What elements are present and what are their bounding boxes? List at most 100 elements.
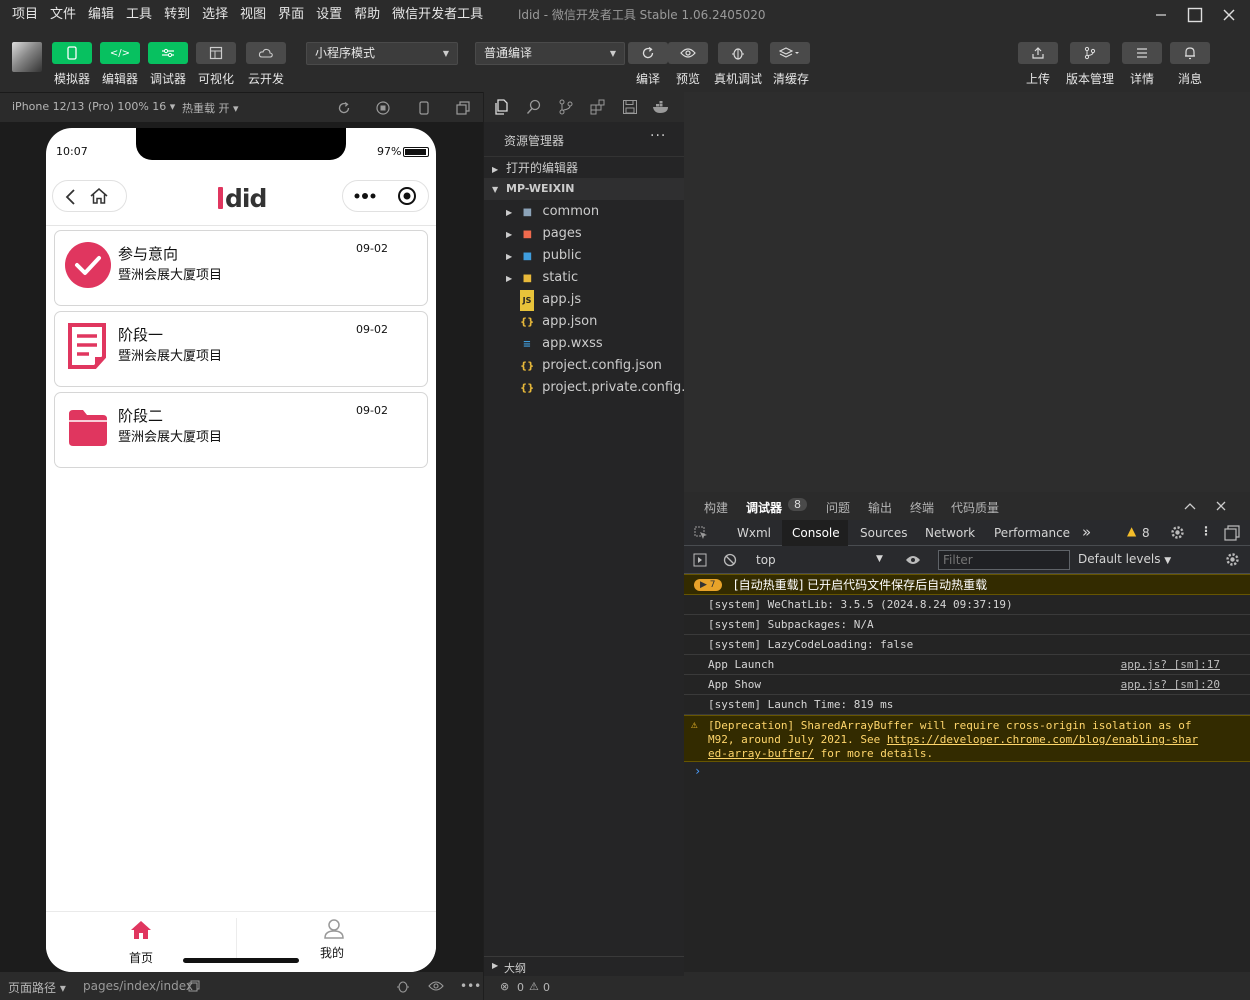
tab-mine[interactable]: 我的 [237,912,436,972]
list-item[interactable]: 参与意向 暨洲会展大厦项目 09-02 [54,230,428,306]
deprecation-link[interactable]: https://developer.chrome.com/blog/enabli… [887,733,1198,746]
tree-item-app-wxss[interactable]: ≡ app.wxss [484,333,684,355]
menu-interface[interactable]: 界面 [272,0,310,30]
menu-select[interactable]: 选择 [196,0,234,30]
details-button[interactable] [1122,42,1162,64]
menu-project[interactable]: 项目 [6,0,44,30]
compile-mode-select[interactable]: 普通编译 ▼ [475,42,625,65]
clear-console-button[interactable] [723,553,737,567]
problems-status[interactable]: ⊗ 0 ⚠ 0 [484,976,684,1000]
real-device-debug-button[interactable] [718,42,758,64]
preview-eye-button[interactable] [428,980,444,992]
simulator-toggle-button[interactable] [52,42,92,64]
scene-button[interactable] [396,979,410,993]
cloud-dev-button[interactable] [246,42,286,64]
mode-select[interactable]: 小程序模式 ▼ [306,42,458,65]
tab-code-quality[interactable]: 代码质量 [951,499,999,516]
stop-button[interactable] [376,101,390,115]
collapse-panel-button[interactable] [1184,501,1196,511]
extensions-tab[interactable] [590,99,606,115]
tree-item-project-private-config[interactable]: {} project.private.config.j... [484,377,684,399]
context-select[interactable]: top ▼ [750,550,890,570]
console-settings-button[interactable] [1225,552,1240,567]
devtools-menu-button[interactable]: ⋮ [1200,524,1212,538]
search-tab[interactable] [526,99,542,115]
device-rotate-button[interactable] [418,101,430,115]
devtools-settings-button[interactable] [1170,525,1185,540]
console-filter-input[interactable] [938,550,1070,570]
home-button[interactable] [89,187,109,205]
menu-view[interactable]: 视图 [234,0,272,30]
tab-wxml[interactable]: Wxml [737,526,771,540]
list-item[interactable]: 阶段一 暨洲会展大厦项目 09-02 [54,311,428,387]
close-miniprogram-button[interactable] [397,186,417,206]
tab-output[interactable]: 输出 [868,499,892,516]
docker-tab[interactable] [652,99,670,115]
close-window-button[interactable] [1212,0,1246,30]
menu-tools[interactable]: 工具 [120,0,158,30]
editor-toggle-button[interactable]: </> [100,42,140,64]
menu-edit[interactable]: 编辑 [82,0,120,30]
debugger-toggle-button[interactable] [148,42,188,64]
outline-section[interactable]: ▶ 大纲 [484,956,684,976]
minimize-button[interactable] [1144,0,1178,30]
hot-reload-toggle[interactable]: 热重载 开 ▾ [182,100,239,116]
upload-button[interactable] [1018,42,1058,64]
back-button[interactable] [65,188,77,206]
tab-problems[interactable]: 问题 [826,499,850,516]
storage-tab[interactable] [622,99,638,115]
visual-toggle-button[interactable] [196,42,236,64]
list-item[interactable]: 阶段二 暨洲会展大厦项目 09-02 [54,392,428,468]
inspect-element-button[interactable] [694,526,708,540]
tab-terminal[interactable]: 终端 [910,499,934,516]
tab-network[interactable]: Network [925,526,975,540]
tree-item-project-config[interactable]: {} project.config.json [484,355,684,377]
tab-performance[interactable]: Performance [994,526,1070,540]
tree-item-app-json[interactable]: {} app.json [484,311,684,333]
tab-sources[interactable]: Sources [860,526,907,540]
copy-path-button[interactable] [188,980,200,992]
tree-item-app-js[interactable]: JS app.js [484,289,684,311]
more-options-button[interactable]: ••• [460,979,481,993]
maximize-button[interactable] [1178,0,1212,30]
tab-home[interactable]: 首页 [46,912,236,972]
project-section[interactable]: ▼ MP-WEIXIN [484,178,684,200]
log-levels-select[interactable]: Default levels ▼ [1078,552,1171,566]
source-link[interactable]: app.js? [sm]:17 [1121,658,1220,672]
undock-button[interactable] [1224,525,1240,541]
menu-wechat-devtools[interactable]: 微信开发者工具 [386,0,489,30]
menu-help[interactable]: 帮助 [348,0,386,30]
more-button[interactable] [353,190,379,202]
popout-simulator-button[interactable] [456,101,470,115]
tab-debugger[interactable]: 调试器 [746,499,782,516]
tree-item-pages[interactable]: ▶ ■ pages [484,223,684,245]
source-control-tab[interactable] [558,99,574,115]
menu-file[interactable]: 文件 [44,0,82,30]
sidebar-toggle-button[interactable] [693,553,707,567]
explorer-more-button[interactable]: ··· [650,128,666,144]
console-prompt[interactable]: › [694,764,701,778]
deprecation-link-cont[interactable]: ed-array-buffer/ [708,747,814,760]
messages-button[interactable] [1170,42,1210,64]
menu-settings[interactable]: 设置 [310,0,348,30]
reload-simulator-button[interactable] [337,101,351,115]
more-tabs-button[interactable]: » [1082,523,1091,541]
close-panel-button[interactable] [1216,501,1226,511]
tab-console[interactable]: Console [792,526,840,540]
page-path-toggle[interactable]: 页面路径 ▾ [8,979,66,996]
tree-item-public[interactable]: ▶ ■ public [484,245,684,267]
compile-button[interactable] [628,42,668,64]
tree-item-static[interactable]: ▶ ■ static [484,267,684,289]
open-editors-section[interactable]: ▶ 打开的编辑器 [484,156,684,178]
live-expression-button[interactable] [905,554,921,566]
explorer-tab[interactable] [494,99,510,115]
version-button[interactable] [1070,42,1110,64]
source-link[interactable]: app.js? [sm]:20 [1121,678,1220,692]
tab-build[interactable]: 构建 [704,499,728,516]
clear-cache-button[interactable] [770,42,810,64]
menu-goto[interactable]: 转到 [158,0,196,30]
preview-button[interactable] [668,42,708,64]
device-select[interactable]: iPhone 12/13 (Pro) 100% 16 ▾ [12,100,175,113]
tree-item-common[interactable]: ▶ ■ common [484,201,684,223]
avatar[interactable] [12,42,42,72]
